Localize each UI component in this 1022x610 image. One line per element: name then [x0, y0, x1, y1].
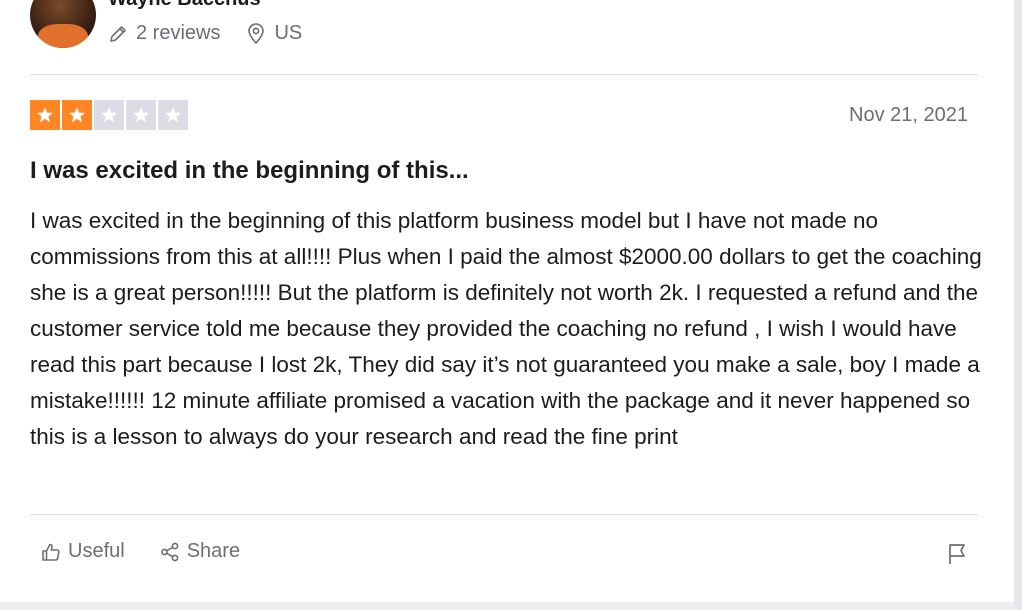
share-icon — [160, 542, 179, 561]
useful-button[interactable]: Useful — [40, 540, 125, 563]
country-label: US — [274, 22, 303, 44]
star-icon — [36, 107, 54, 123]
divider — [30, 514, 978, 515]
share-button[interactable]: Share — [159, 540, 240, 563]
star-filled — [62, 100, 92, 130]
thumbs-up-icon — [42, 543, 60, 561]
star-icon — [164, 107, 182, 123]
star-icon — [68, 107, 86, 123]
divider — [30, 74, 978, 75]
star-rating — [30, 100, 190, 130]
star-empty — [94, 100, 124, 130]
flag-icon — [949, 544, 965, 564]
useful-label: Useful — [68, 540, 125, 562]
reviewer-meta: 2 reviews US — [108, 22, 328, 45]
star-icon — [100, 107, 118, 123]
report-button[interactable] — [946, 542, 968, 571]
star-empty — [126, 100, 156, 130]
pencil-icon — [110, 25, 126, 42]
avatar[interactable] — [30, 0, 96, 48]
reviews-count: 2 reviews — [108, 22, 220, 45]
review-card: Wayne Bacchus 2 reviews US Nov 21, 2021 … — [0, 0, 1014, 602]
reviewer-name[interactable]: Wayne Bacchus — [108, 0, 261, 11]
reviewer-location: US — [246, 22, 302, 45]
review-body: I was excited in the beginning of this p… — [30, 208, 982, 449]
star-empty — [158, 100, 188, 130]
page-edge — [1014, 0, 1022, 610]
star-icon — [132, 107, 150, 123]
star-filled — [30, 100, 60, 130]
review-date: Nov 21, 2021 — [849, 104, 968, 126]
review-actions: Useful Share — [40, 540, 274, 563]
share-label: Share — [186, 540, 241, 562]
location-pin-icon — [248, 22, 265, 44]
review-title[interactable]: I was excited in the beginning of this..… — [30, 157, 469, 185]
reviews-count-label: 2 reviews — [136, 22, 221, 44]
